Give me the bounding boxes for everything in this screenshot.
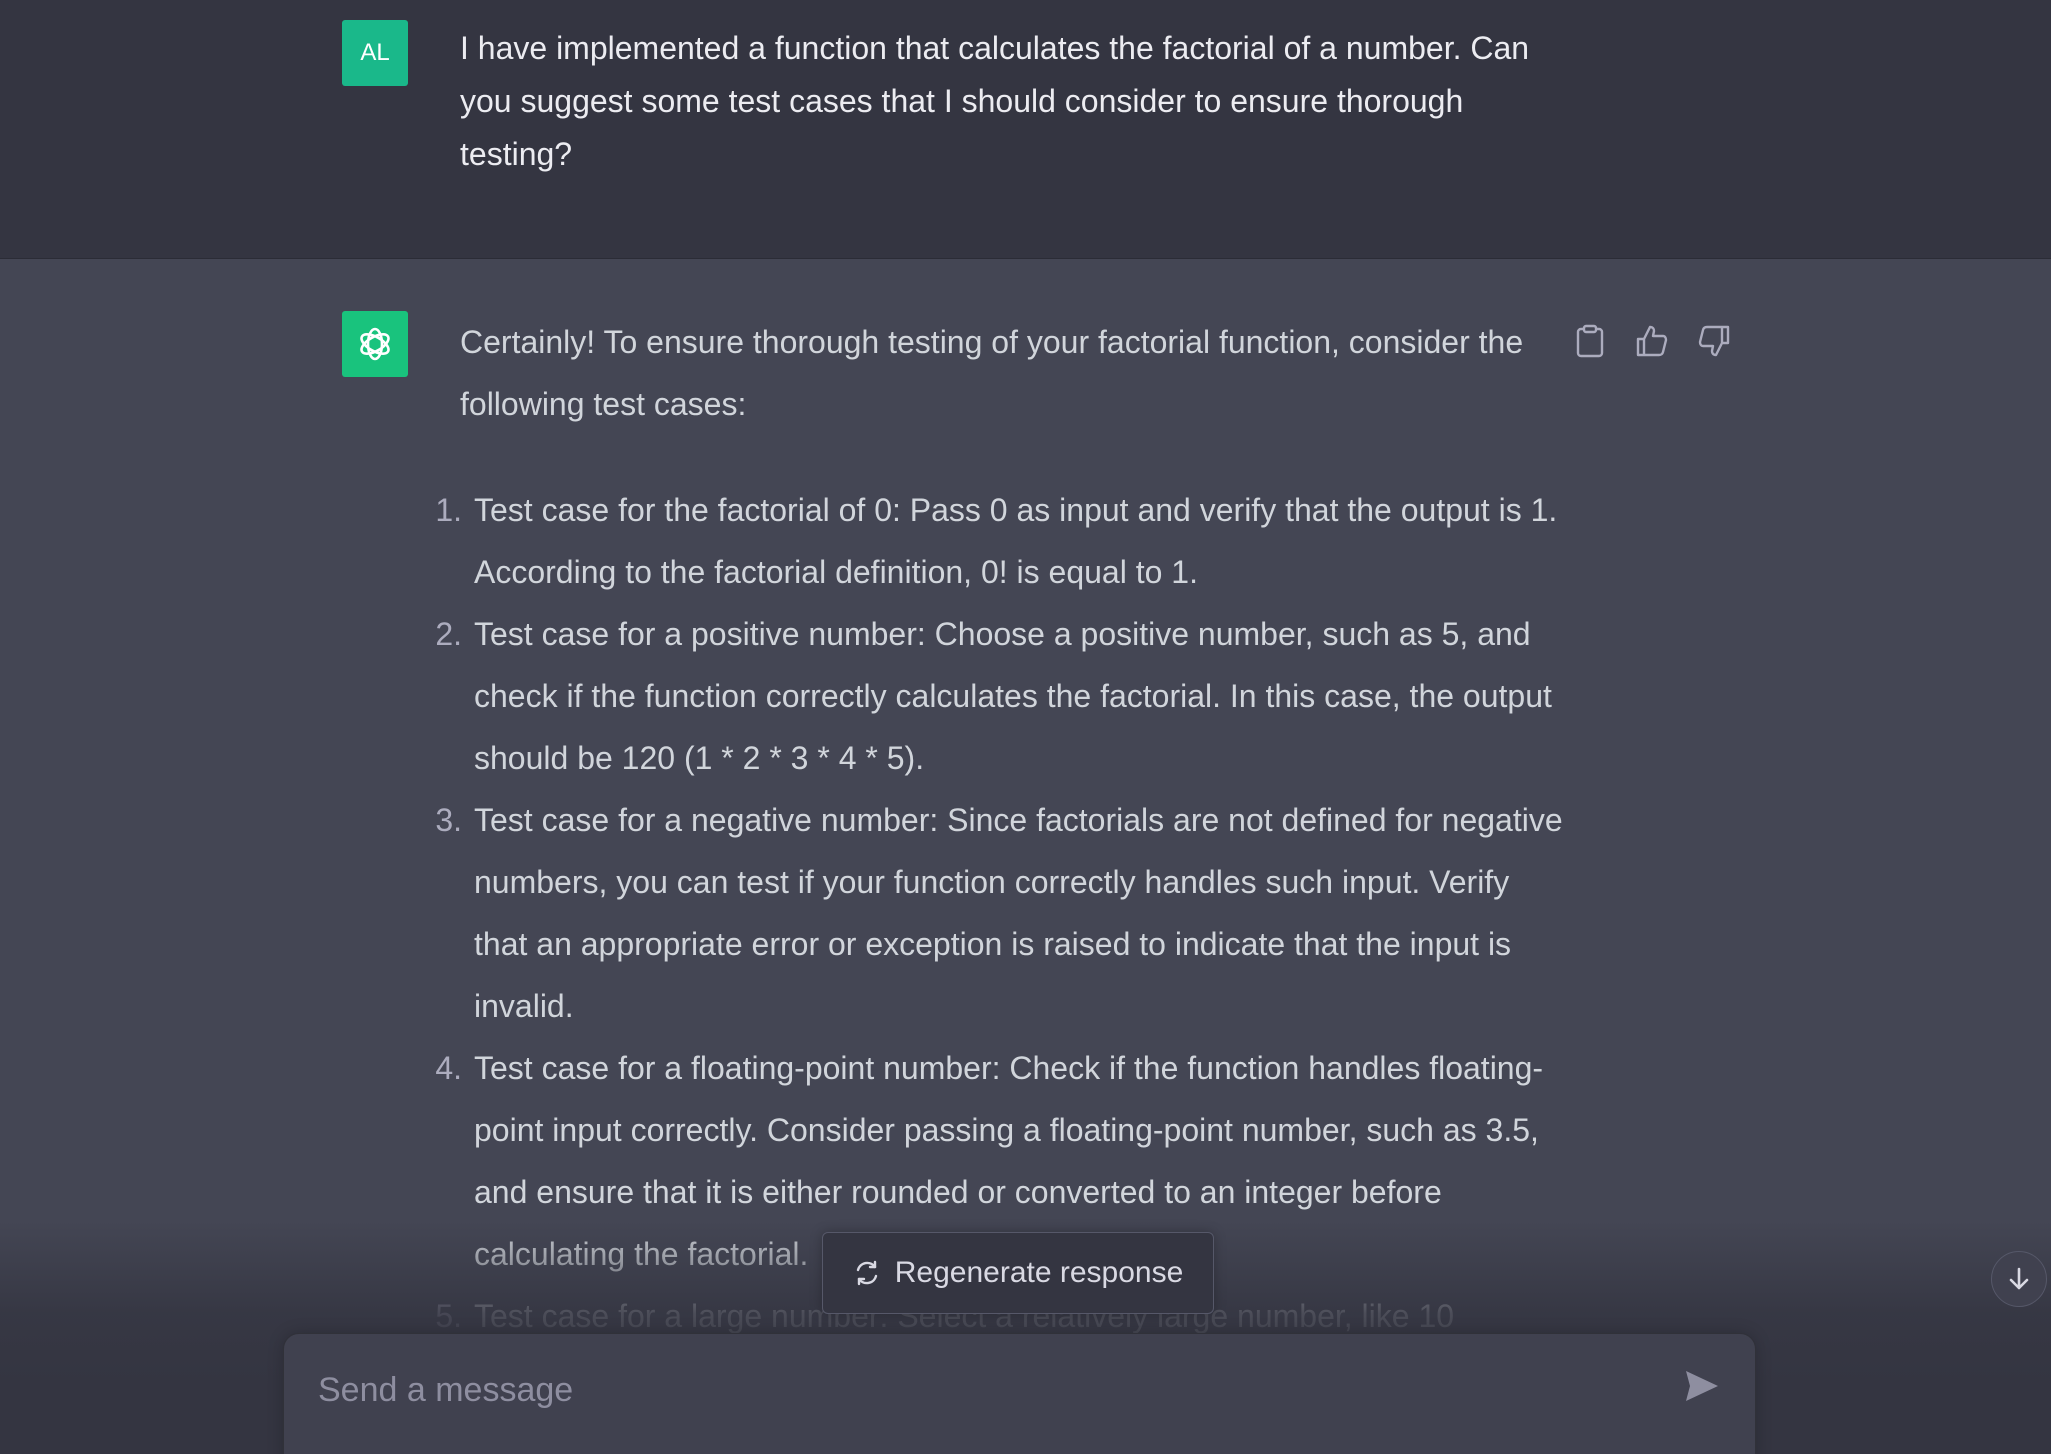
user-avatar: AL	[342, 20, 408, 86]
list-item: 3. Test case for a negative number: Sinc…	[435, 789, 1570, 1037]
openai-logo-icon	[360, 327, 390, 361]
list-item-text: Test case for a negative number: Since f…	[474, 802, 1563, 1024]
send-icon	[1686, 1371, 1718, 1401]
thumbs-up-button[interactable]	[1630, 319, 1674, 363]
list-item: 1. Test case for the factorial of 0: Pas…	[435, 479, 1570, 603]
regenerate-button[interactable]: Regenerate response	[822, 1232, 1214, 1314]
message-actions	[1568, 319, 1736, 363]
list-item-number: 4.	[435, 1050, 462, 1086]
thumbs-down-button[interactable]	[1692, 319, 1736, 363]
message-composer	[283, 1333, 1756, 1454]
list-item-number: 3.	[435, 802, 462, 838]
message-input[interactable]	[316, 1364, 1620, 1416]
list-item-text: Test case for the factorial of 0: Pass 0…	[474, 492, 1558, 590]
assistant-intro-text: Certainly! To ensure thorough testing of…	[460, 324, 1524, 422]
list-item-text: Test case for a positive number: Choose …	[474, 616, 1552, 776]
refresh-icon	[856, 1260, 877, 1286]
arrow-down-icon	[2009, 1267, 2029, 1290]
user-message-row: AL I have implemented a function that ca…	[0, 0, 2051, 259]
assistant-message-body: Certainly! To ensure thorough testing of…	[435, 311, 1570, 1347]
copy-button[interactable]	[1568, 319, 1612, 363]
list-item-number: 2.	[435, 616, 462, 652]
assistant-avatar	[342, 311, 408, 377]
list-item-number: 1.	[435, 492, 462, 528]
chat-page: AL I have implemented a function that ca…	[0, 0, 2051, 1454]
send-button[interactable]	[1672, 1356, 1732, 1416]
thumbs-up-icon	[1636, 325, 1668, 357]
regenerate-label: Regenerate response	[894, 1256, 1184, 1289]
scroll-to-bottom-button[interactable]	[1991, 1251, 2047, 1307]
list-item: 2. Test case for a positive number: Choo…	[435, 603, 1570, 789]
user-message-text: I have implemented a function that calcu…	[460, 30, 1530, 172]
thumbs-down-icon	[1698, 325, 1730, 357]
test-case-list: 1. Test case for the factorial of 0: Pas…	[435, 479, 1570, 1347]
clipboard-icon	[1576, 324, 1604, 358]
